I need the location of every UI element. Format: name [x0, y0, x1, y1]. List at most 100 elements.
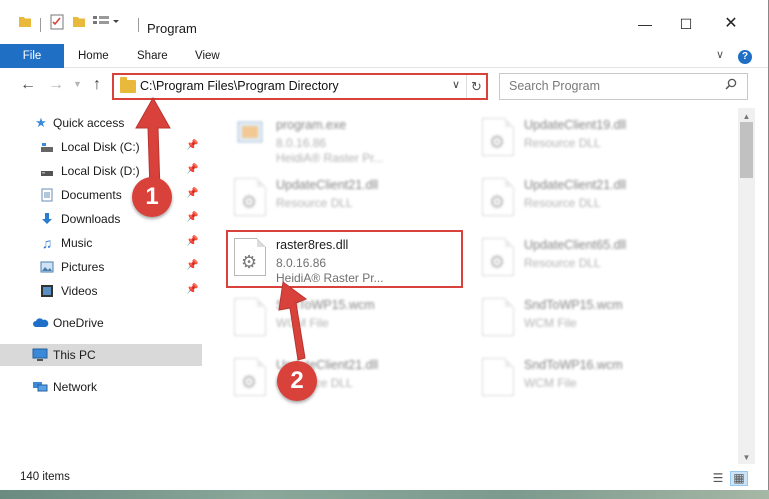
search-input[interactable]: Search Program	[509, 79, 600, 93]
download-icon	[40, 212, 54, 226]
close-button[interactable]: ✕	[716, 12, 746, 36]
sidebar-item-label: Videos	[61, 284, 98, 298]
file-name: UpdateClient21.dll	[276, 178, 379, 192]
sidebar-item-this-pc[interactable]: This PC	[0, 344, 202, 366]
gear-icon: ⚙	[241, 192, 258, 212]
sidebar-item-music[interactable]: ♫ Music 📌	[0, 232, 202, 254]
file-detail: WCM File	[524, 376, 577, 390]
minimize-button[interactable]: —	[630, 12, 660, 36]
help-button[interactable]: ?	[738, 50, 752, 64]
recent-locations-icon[interactable]: ▼	[73, 79, 82, 89]
maximize-button[interactable]: ☐	[671, 12, 701, 36]
highlight-box	[226, 230, 463, 288]
dll-file-icon: ⚙	[482, 178, 514, 216]
file-detail: WCM File	[524, 316, 577, 330]
expand-ribbon-icon[interactable]: ∨	[716, 48, 724, 61]
search-box[interactable]: Search Program	[499, 73, 748, 100]
scroll-up-icon[interactable]: ▲	[738, 112, 755, 121]
new-folder-icon[interactable]	[72, 14, 88, 28]
search-icon[interactable]	[725, 78, 737, 93]
large-icons-view-icon[interactable]: ▦	[730, 471, 748, 486]
gear-icon: ⚙	[241, 372, 258, 392]
file-item[interactable]: ⚙ UpdateClient21.dll Resource DLL	[224, 170, 462, 226]
up-arrow-icon[interactable]: ↑	[93, 76, 101, 94]
file-item[interactable]: program.exe 8.0.16.86 HeidiA® Raster Pr.…	[224, 110, 462, 166]
file-item[interactable]: SndToWP15.wcm WCM File	[472, 290, 710, 346]
address-bar[interactable]: C:\Program Files\Program Directory ∨ ↻	[112, 73, 488, 100]
sidebar-item-label: This PC	[53, 348, 96, 362]
pin-icon[interactable]: 📌	[186, 284, 198, 295]
file-item[interactable]: SndToWP15.wcm WCM File	[224, 290, 462, 346]
sidebar-item-downloads[interactable]: Downloads 📌	[0, 208, 202, 230]
file-item[interactable]: ⚙ UpdateClient21.dll Resource DLL	[472, 170, 710, 226]
title-bar: Program — ☐ ✕	[0, 0, 768, 40]
file-item[interactable]: ⚙ UpdateClient65.dll Resource DLL	[472, 230, 710, 286]
sidebar-item-label: Local Disk (C:)	[61, 140, 140, 154]
file-detail: HeidiA® Raster Pr...	[276, 151, 384, 165]
forward-arrow-icon[interactable]: →	[48, 76, 64, 94]
separator	[40, 18, 41, 32]
details-view-icon[interactable]: ☰	[710, 472, 726, 485]
dll-file-icon: ⚙	[234, 358, 266, 396]
file-name: SndToWP15.wcm	[276, 298, 375, 312]
tab-home[interactable]: Home	[78, 50, 109, 62]
pin-icon[interactable]: 📌	[186, 164, 198, 175]
pin-icon[interactable]: 📌	[186, 260, 198, 271]
chevron-down-icon[interactable]: ∨	[452, 78, 460, 91]
program-exe-icon	[234, 116, 266, 148]
music-icon: ♫	[41, 235, 53, 251]
file-detail: 8.0.16.86	[276, 136, 327, 150]
file-item[interactable]: SndToWP16.wcm WCM File	[472, 350, 710, 406]
window-title: Program	[147, 21, 197, 36]
sidebar-item-onedrive[interactable]: OneDrive	[0, 312, 202, 334]
step-one-badge: 1	[132, 177, 172, 217]
cloud-icon	[33, 316, 49, 330]
documents-icon	[40, 188, 54, 202]
back-arrow-icon[interactable]: ←	[20, 76, 36, 94]
file-name: UpdateClient19.dll	[524, 118, 627, 132]
pictures-icon	[40, 260, 54, 274]
pin-icon[interactable]: 📌	[186, 236, 198, 247]
sidebar-item-videos[interactable]: Videos 📌	[0, 280, 202, 302]
desktop-background	[0, 490, 769, 499]
tab-view[interactable]: View	[195, 50, 220, 62]
refresh-icon[interactable]: ↻	[466, 75, 486, 98]
sidebar-item-pictures[interactable]: Pictures 📌	[0, 256, 202, 278]
sidebar-item-label: Quick access	[53, 116, 125, 130]
file-name: UpdateClient21.dll	[524, 178, 627, 192]
item-count: 140 items	[20, 471, 70, 483]
sidebar-item-label: Local Disk (D:)	[61, 164, 140, 178]
file-detail: Resource DLL	[524, 196, 601, 210]
dll-file-icon: ⚙	[234, 178, 266, 216]
file-name: program.exe	[276, 118, 347, 132]
sidebar-item-local-disk-d[interactable]: Local Disk (D:) 📌	[0, 160, 202, 182]
pin-icon[interactable]: 📌	[186, 188, 198, 199]
star-icon: ★	[35, 115, 47, 130]
customize-toolbar-icon[interactable]	[92, 14, 122, 28]
drive-icon	[40, 140, 54, 154]
sidebar-item-label: Music	[61, 236, 93, 250]
tab-file[interactable]: File	[0, 44, 64, 68]
scroll-down-icon[interactable]: ▼	[738, 453, 755, 462]
file-detail: Resource DLL	[524, 136, 601, 150]
tab-share[interactable]: Share	[137, 50, 168, 62]
sidebar-item-local-disk-c[interactable]: Local Disk (C:) 📌	[0, 136, 202, 158]
file-item[interactable]: ⚙ UpdateClient21.dll Resource DLL	[224, 350, 462, 406]
pin-icon[interactable]: 📌	[186, 140, 198, 151]
videos-icon	[40, 284, 54, 298]
sidebar-item-network[interactable]: Network	[0, 376, 202, 398]
ribbon-tabs: File Home Share View ∨ ?	[0, 44, 768, 68]
properties-icon[interactable]	[50, 14, 66, 30]
vertical-scrollbar[interactable]: ▲ ▼	[738, 108, 755, 464]
dll-file-icon: ⚙	[482, 118, 514, 156]
file-name: SndToWP15.wcm	[524, 298, 623, 312]
pin-icon[interactable]: 📌	[186, 212, 198, 223]
address-path[interactable]: C:\Program Files\Program Directory	[140, 79, 339, 93]
sidebar-item-quick-access[interactable]: ★ Quick access	[0, 112, 202, 134]
file-item[interactable]: ⚙ UpdateClient19.dll Resource DLL	[472, 110, 710, 166]
sidebar-item-label: OneDrive	[53, 316, 104, 330]
gear-icon: ⚙	[489, 252, 506, 272]
file-detail: WCM File	[276, 316, 329, 330]
scrollbar-thumb[interactable]	[740, 122, 753, 178]
gear-icon: ⚙	[489, 192, 506, 212]
